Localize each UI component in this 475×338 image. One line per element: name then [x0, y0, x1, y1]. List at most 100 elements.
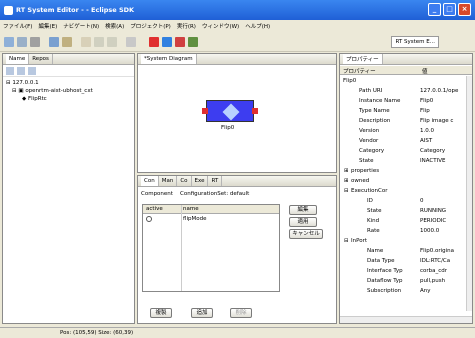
menu-bar: ファイル(F) 編集(E) ナビゲート(N) 検索(A) プロジェクト(P) 実… — [0, 20, 475, 31]
property-row[interactable]: ⊞ owned — [340, 177, 470, 185]
perspective-label: RT System E... — [395, 39, 435, 45]
perspective-switcher[interactable]: RT System E... — [391, 36, 439, 48]
property-value: Category — [420, 148, 446, 154]
refresh-icon[interactable] — [126, 36, 136, 47]
config-set-label: ConfigurationSet: default — [180, 191, 250, 197]
stop-all-icon[interactable] — [149, 36, 159, 47]
print-icon[interactable] — [30, 36, 40, 47]
menu-edit[interactable]: 編集(E) — [38, 22, 57, 30]
menu-search[interactable]: 検索(A) — [105, 22, 124, 30]
tab-execution[interactable]: Exe — [192, 176, 209, 186]
property-key: Path URI — [359, 88, 383, 94]
property-row[interactable]: ⊞ properties — [340, 167, 470, 175]
property-row[interactable]: Vendor AIST — [340, 137, 470, 145]
maximize-button[interactable]: □ — [443, 3, 456, 16]
col-value: 値 — [422, 69, 428, 75]
add-button[interactable]: 追加 — [191, 308, 213, 318]
tab-connector[interactable]: Co — [177, 176, 192, 186]
property-row[interactable]: Category Category — [340, 147, 470, 155]
deactivate-icon[interactable] — [175, 36, 185, 47]
tree-item-root[interactable]: ⊟ 127.0.0.1 — [6, 79, 131, 87]
property-key: Type Name — [359, 108, 390, 114]
menu-run[interactable]: 実行(R) — [177, 22, 196, 30]
property-key: Data Type — [367, 258, 395, 264]
horizontal-scrollbar[interactable] — [340, 316, 472, 323]
cancel-button[interactable]: キャンセル — [289, 229, 323, 239]
property-row[interactable]: State INACTIVE — [340, 157, 470, 165]
property-value: 1.0.0 — [420, 128, 434, 134]
property-row[interactable]: Subscription Any — [340, 287, 470, 295]
menu-navigate[interactable]: ナビゲート(N) — [63, 22, 99, 30]
search-icon[interactable] — [81, 36, 91, 47]
inport-icon[interactable] — [202, 108, 208, 114]
property-row[interactable]: State RUNNING — [340, 207, 470, 215]
property-row[interactable]: Type Name Flip — [340, 107, 470, 115]
property-key: Vendor — [359, 138, 379, 144]
tab-properties[interactable]: プロパティー — [343, 54, 383, 64]
close-button[interactable]: × — [458, 3, 471, 16]
reset-icon[interactable] — [188, 36, 198, 47]
menu-window[interactable]: ウィンドウ(W) — [202, 22, 239, 30]
property-row[interactable]: ID 0 — [340, 197, 470, 205]
tree-item-host[interactable]: ⊟ ▣ openrtm-aist-ubhost_cxt — [6, 87, 131, 95]
tab-configuration[interactable]: Con — [141, 176, 159, 186]
config-row-name[interactable]: flipMode — [183, 216, 206, 222]
property-row[interactable]: Data Type IDL:RTC/Ca — [340, 257, 470, 265]
property-row[interactable]: Path URI 127.0.0.1/ope — [340, 87, 470, 95]
expand-toggle-icon[interactable]: ⊟ — [344, 237, 349, 245]
col-active: active — [146, 206, 163, 212]
property-row[interactable]: ⊟ InPort — [340, 237, 470, 245]
expand-toggle-icon[interactable]: ⊟ — [344, 187, 349, 195]
debug-icon[interactable] — [62, 36, 72, 47]
run-icon[interactable] — [49, 36, 59, 47]
property-key: State — [367, 208, 382, 214]
outport-icon[interactable] — [252, 108, 258, 114]
delete-button[interactable]: 削除 — [230, 308, 252, 318]
minimize-button[interactable]: _ — [428, 3, 441, 16]
property-key: Name — [367, 248, 384, 254]
tab-manager[interactable]: Man — [159, 176, 178, 186]
edit-button[interactable]: 編集 — [289, 205, 317, 215]
tab-system-diagram[interactable]: *System Diagram — [141, 54, 197, 64]
expand-toggle-icon[interactable]: ⊟ — [340, 77, 341, 85]
property-row[interactable]: Dataflow Typ pull,push — [340, 277, 470, 285]
property-row[interactable]: Name Flip0.origina — [340, 247, 470, 255]
copy-button[interactable]: 複製 — [150, 308, 172, 318]
property-row[interactable]: Instance Name Flip0 — [340, 97, 470, 105]
menu-file[interactable]: ファイル(F) — [3, 22, 32, 30]
forward-icon[interactable] — [107, 36, 117, 47]
refresh-icon[interactable] — [28, 66, 36, 75]
expand-toggle-icon[interactable]: ⊞ — [344, 177, 349, 185]
menu-help[interactable]: ヘルプ(H) — [245, 22, 270, 30]
property-key: Description — [359, 118, 391, 124]
tab-repository[interactable]: Repos — [29, 54, 53, 64]
forward-icon[interactable] — [17, 66, 25, 75]
expand-toggle-icon[interactable]: ⊞ — [344, 167, 349, 175]
property-value: Flip image c — [420, 118, 454, 124]
property-row[interactable]: Rate 1000.0 — [340, 227, 470, 235]
tab-rt[interactable]: RT — [208, 176, 223, 186]
property-row[interactable]: Interface Typ corba_cdr — [340, 267, 470, 275]
vertical-scrollbar[interactable] — [466, 76, 472, 311]
back-icon[interactable] — [94, 36, 104, 47]
apply-button[interactable]: 適用 — [289, 217, 317, 227]
property-value: RUNNING — [420, 208, 447, 214]
activate-icon[interactable] — [162, 36, 172, 47]
property-row[interactable]: Version 1.0.0 — [340, 127, 470, 135]
component-box[interactable] — [202, 100, 258, 122]
property-row[interactable]: Kind PERIODIC — [340, 217, 470, 225]
status-bar: Pos: (105,59) Size: (60,39) — [0, 327, 475, 338]
tree-item-component[interactable]: ◆ FlipRtc — [6, 95, 131, 103]
property-row[interactable]: ⊟Flip0 — [340, 77, 470, 85]
active-radio[interactable] — [146, 216, 152, 222]
property-key: Dataflow Typ — [367, 278, 403, 284]
new-icon[interactable] — [4, 36, 14, 47]
save-icon[interactable] — [17, 36, 27, 47]
menu-project[interactable]: プロジェクト(P) — [130, 22, 171, 30]
property-row[interactable]: ⊟ ExecutionCor — [340, 187, 470, 195]
tab-name-service[interactable]: Name — [6, 54, 30, 64]
back-icon[interactable] — [6, 66, 14, 75]
system-diagram-editor: *System Diagram Flip0 — [137, 53, 337, 173]
app-icon — [4, 5, 13, 15]
property-row[interactable]: Description Flip image c — [340, 117, 470, 125]
